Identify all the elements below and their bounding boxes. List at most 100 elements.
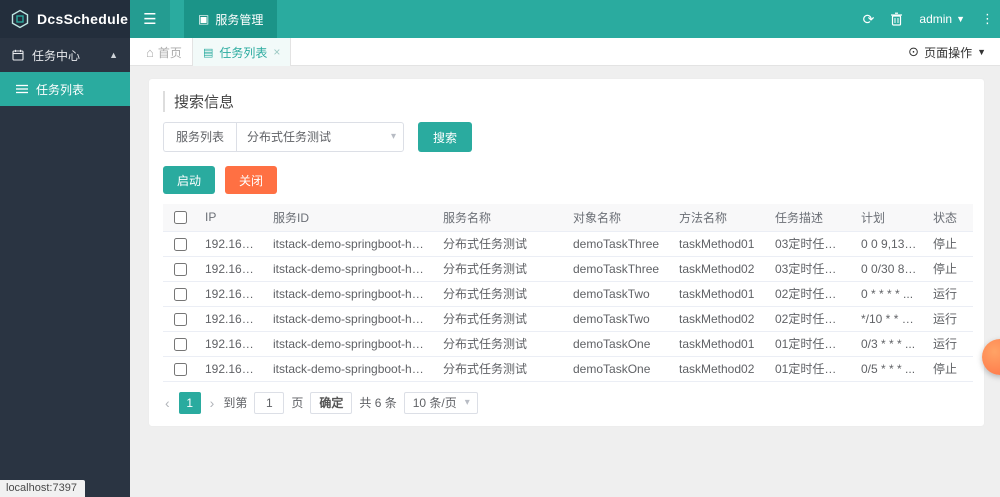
col-header-plan: 计划: [853, 204, 925, 231]
cell-status: 停止: [925, 256, 973, 281]
brand-hexagon-icon: [10, 9, 30, 29]
cell-service-name: 分布式任务测试: [435, 356, 565, 381]
col-header-task-desc: 任务描述: [767, 204, 853, 231]
table-row: 192.168.1.101 itstack-demo-springboot-he…: [163, 231, 973, 256]
top-navbar: DcsSchedule ☰ ▣ 服务管理 ⟳ admin ▼ ⋮: [0, 0, 1000, 38]
cell-service-id: itstack-demo-springboot-helloworl...: [265, 331, 435, 356]
cell-ip: 192.168.1.101: [197, 256, 265, 281]
cell-service-id: itstack-demo-springboot-helloworl...: [265, 256, 435, 281]
tab-icon: ▤: [203, 46, 213, 59]
row-checkbox[interactable]: [174, 313, 187, 326]
page-operations-label: 页面操作: [924, 44, 972, 61]
page-size-value: 10 条/页: [413, 396, 457, 410]
cell-ip: 192.168.1.101: [197, 281, 265, 306]
cell-status: 运行: [925, 331, 973, 356]
row-checkbox[interactable]: [174, 288, 187, 301]
sidebar-item-task-list[interactable]: 任务列表: [0, 72, 130, 106]
content-card: 搜索信息 服务列表 分布式任务测试 ▾ 搜索 启动 关闭 IP 服务ID: [148, 78, 985, 427]
col-header-ip: IP: [197, 204, 265, 231]
top-menu-service-management[interactable]: ▣ 服务管理: [184, 0, 277, 38]
home-icon: ⌂: [146, 45, 154, 60]
cell-plan: 0 * * * * ...: [853, 281, 925, 306]
sidebar-group-task-center[interactable]: 任务中心 ▲: [0, 38, 130, 72]
cell-object-name: demoTaskThree: [565, 231, 671, 256]
cell-task-desc: 03定时任务...: [767, 256, 853, 281]
service-select-value: 分布式任务测试: [247, 130, 331, 144]
cell-service-name: 分布式任务测试: [435, 331, 565, 356]
cell-service-id: itstack-demo-springboot-helloworl...: [265, 356, 435, 381]
table-row: 192.168.1.101 itstack-demo-springboot-he…: [163, 256, 973, 281]
cell-ip: 192.168.1.101: [197, 231, 265, 256]
start-button[interactable]: 启动: [163, 166, 215, 194]
cell-service-name: 分布式任务测试: [435, 231, 565, 256]
search-form: 服务列表 分布式任务测试 ▾ 搜索: [163, 122, 970, 152]
cell-task-desc: 02定时任务...: [767, 306, 853, 331]
pagination: ‹ 1 › 到第 页 确定 共 6 条 10 条/页 ▾: [163, 392, 970, 414]
tab-label: 任务列表: [219, 44, 267, 61]
main-content: 搜索信息 服务列表 分布式任务测试 ▾ 搜索 启动 关闭 IP 服务ID: [130, 66, 1000, 497]
breadcrumb-home[interactable]: ⌂ 首页: [146, 38, 182, 66]
cell-service-id: itstack-demo-springboot-helloworl...: [265, 281, 435, 306]
prev-page-icon[interactable]: ‹: [163, 395, 172, 411]
table-row: 192.168.1.101 itstack-demo-springboot-he…: [163, 281, 973, 306]
cell-plan: 0 0 9,13 ...: [853, 231, 925, 256]
search-button[interactable]: 搜索: [418, 122, 472, 152]
cell-ip: 192.168.1.101: [197, 331, 265, 356]
row-checkbox[interactable]: [174, 363, 187, 376]
current-page-button[interactable]: 1: [179, 392, 201, 414]
tab-task-list[interactable]: ▤ 任务列表 ×: [192, 38, 291, 66]
search-section-title: 搜索信息: [163, 91, 970, 112]
target-circle-icon: ⊙: [908, 44, 919, 60]
row-checkbox[interactable]: [174, 338, 187, 351]
chevron-down-icon: ▾: [465, 393, 470, 413]
cell-task-desc: 02定时任务...: [767, 281, 853, 306]
close-button[interactable]: 关闭: [225, 166, 277, 194]
page-unit-label: 页: [291, 394, 303, 411]
cell-service-name: 分布式任务测试: [435, 256, 565, 281]
app-title: DcsSchedule: [37, 11, 128, 27]
page-size-select[interactable]: 10 条/页 ▾: [404, 392, 478, 414]
cell-ip: 192.168.1.101: [197, 306, 265, 331]
chevron-down-icon: ▼: [977, 47, 986, 57]
tab-close-icon[interactable]: ×: [273, 45, 280, 59]
confirm-page-button[interactable]: 确定: [310, 392, 352, 414]
more-options-icon[interactable]: ⋮: [981, 11, 994, 27]
page-operations-dropdown[interactable]: ⊙ 页面操作 ▼: [908, 38, 986, 66]
next-page-icon[interactable]: ›: [208, 395, 217, 411]
table-row: 192.168.1.101 itstack-demo-springboot-he…: [163, 331, 973, 356]
user-dropdown[interactable]: admin ▼: [919, 12, 965, 26]
sidebar: 任务中心 ▲ 任务列表: [0, 38, 130, 497]
sidebar-toggle-button[interactable]: ☰: [130, 0, 170, 38]
row-checkbox[interactable]: [174, 263, 187, 276]
cell-object-name: demoTaskThree: [565, 256, 671, 281]
service-select[interactable]: 分布式任务测试 ▾: [236, 122, 404, 152]
list-icon: [16, 84, 28, 94]
task-table: IP 服务ID 服务名称 对象名称 方法名称 任务描述 计划 状态 192.16…: [163, 204, 973, 382]
cell-method-name: taskMethod01: [671, 281, 767, 306]
cell-plan: 0 0/30 8-...: [853, 256, 925, 281]
page-number-input[interactable]: [254, 392, 284, 414]
cell-status: 运行: [925, 306, 973, 331]
sidebar-group-label: 任务中心: [32, 47, 80, 64]
col-header-service-name: 服务名称: [435, 204, 565, 231]
tabs-bar: ⌂ 首页 ▤ 任务列表 × ⊙ 页面操作 ▼: [130, 38, 1000, 66]
total-count-label: 共 6 条: [359, 394, 396, 411]
trash-icon[interactable]: [890, 12, 903, 26]
app-logo: DcsSchedule: [0, 0, 130, 38]
goto-label: 到第: [223, 394, 247, 411]
row-checkbox[interactable]: [174, 238, 187, 251]
select-all-checkbox[interactable]: [174, 211, 187, 224]
cell-status: 停止: [925, 231, 973, 256]
cell-plan: 0/3 * * * ...: [853, 331, 925, 356]
cell-object-name: demoTaskTwo: [565, 306, 671, 331]
refresh-icon[interactable]: ⟳: [863, 12, 875, 26]
cell-object-name: demoTaskTwo: [565, 281, 671, 306]
col-header-method-name: 方法名称: [671, 204, 767, 231]
cell-plan: 0/5 * * * ...: [853, 356, 925, 381]
cell-service-name: 分布式任务测试: [435, 306, 565, 331]
chevron-down-icon: ▼: [956, 14, 965, 24]
cell-task-desc: 01定时任务...: [767, 331, 853, 356]
service-list-label: 服务列表: [163, 122, 236, 152]
cell-service-id: itstack-demo-springboot-helloworl...: [265, 231, 435, 256]
cell-object-name: demoTaskOne: [565, 331, 671, 356]
